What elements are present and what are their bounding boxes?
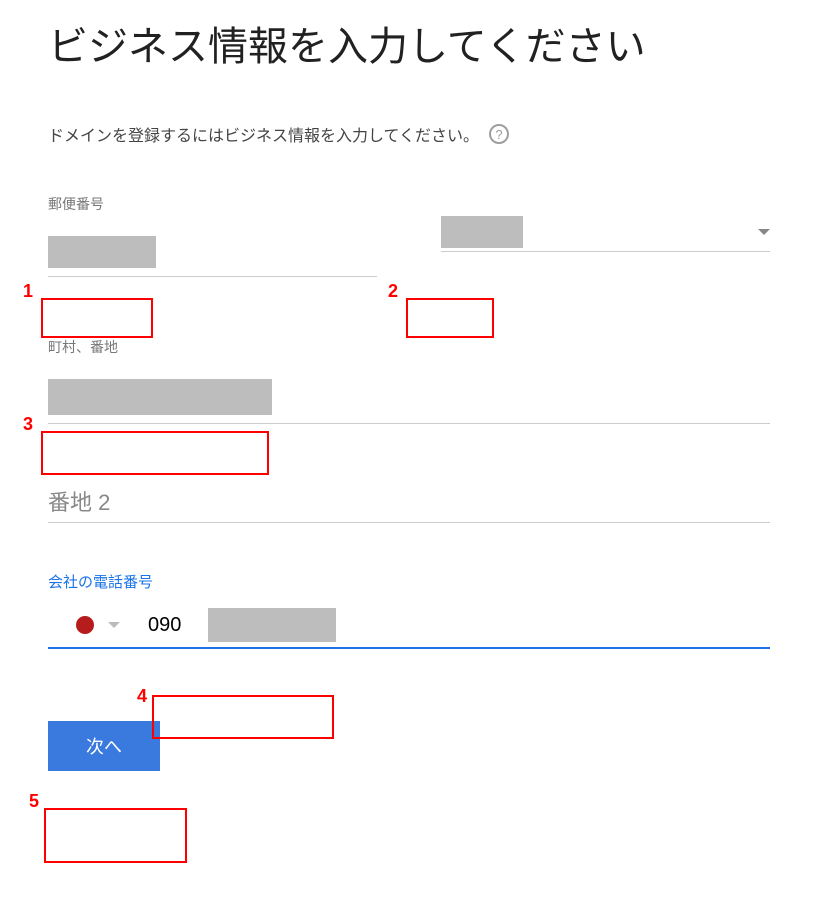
subtitle-text: ドメインを登録するにはビジネス情報を入力してください。 — [48, 122, 479, 146]
postal-code-input[interactable] — [48, 236, 377, 277]
town-address-label: 町村、番地 — [48, 337, 770, 357]
redaction-block — [48, 379, 272, 415]
annotation-box — [44, 808, 187, 863]
subtitle-row: ドメインを登録するにはビジネス情報を入力してください。 ? — [48, 122, 770, 146]
postal-code-label: 郵便番号 — [48, 194, 377, 214]
address2-field — [48, 484, 770, 523]
flag-japan-icon — [76, 616, 94, 634]
annotation-number: 1 — [23, 281, 33, 302]
address2-input[interactable] — [48, 484, 770, 523]
annotation-number: 4 — [137, 686, 147, 707]
redaction-block — [48, 236, 156, 268]
prefecture-field — [441, 194, 770, 277]
postal-code-field: 郵便番号 — [48, 194, 377, 277]
annotation-box — [152, 695, 334, 739]
phone-input[interactable] — [148, 614, 208, 637]
redaction-block — [208, 608, 336, 642]
phone-field: 会社の電話番号 — [48, 571, 770, 649]
prefecture-select[interactable] — [441, 216, 770, 252]
annotation-box — [41, 431, 269, 475]
phone-label: 会社の電話番号 — [48, 571, 770, 592]
annotation-number: 5 — [29, 791, 39, 812]
annotation-number: 3 — [23, 414, 33, 435]
town-address-input[interactable] — [48, 379, 770, 424]
town-address-field: 町村、番地 — [48, 337, 770, 424]
redaction-block — [441, 216, 523, 248]
next-button[interactable]: 次へ — [48, 721, 160, 771]
page-title: ビジネス情報を入力してください — [48, 20, 770, 74]
chevron-down-icon — [758, 229, 770, 235]
help-icon[interactable]: ? — [489, 124, 509, 144]
chevron-down-icon[interactable] — [108, 622, 120, 628]
